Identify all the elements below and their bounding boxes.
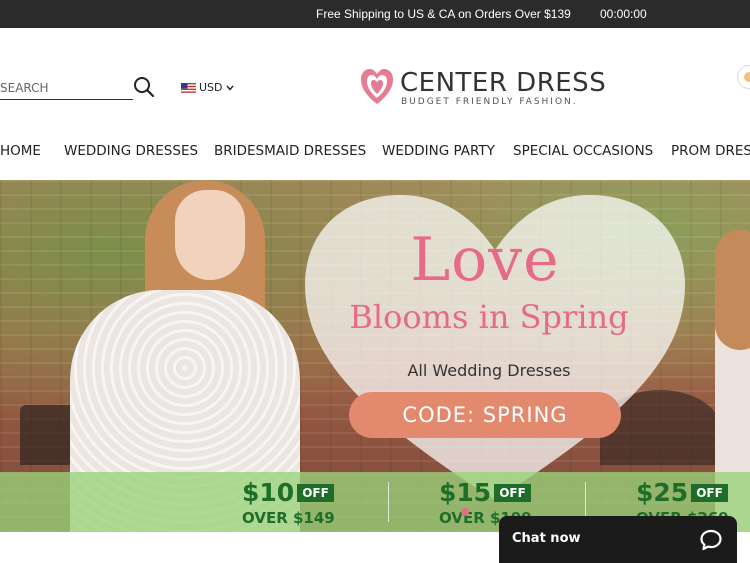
us-flag-icon <box>181 82 196 93</box>
heart-logo-icon <box>361 69 393 104</box>
main-nav: HOME WEDDING DRESSES BRIDESMAID DRESSES … <box>0 140 750 162</box>
chat-label: Chat now <box>512 531 581 546</box>
shipping-announcement: Free Shipping to US & CA on Orders Over … <box>316 7 571 21</box>
floating-badge-icon[interactable] <box>737 65 750 89</box>
promo-headline-spring: Blooms in Spring <box>349 298 629 336</box>
search-input[interactable] <box>0 78 120 98</box>
off-badge: OFF <box>691 483 728 502</box>
offer-amount: $10 <box>242 478 295 507</box>
chat-bubble-icon <box>699 528 723 552</box>
nav-item-bridesmaid-dresses[interactable]: BRIDESMAID DRESSES <box>214 143 366 159</box>
hero-banner[interactable]: Love Blooms in Spring All Wedding Dresse… <box>0 180 750 532</box>
nav-item-prom-dresses[interactable]: PROM DRES <box>671 143 750 159</box>
promo-headline-love: Love <box>410 225 560 295</box>
offer-tier-1: $10 OFF OVER $149 <box>242 478 392 527</box>
off-badge: OFF <box>297 483 334 502</box>
nav-item-wedding-party[interactable]: WEDDING PARTY <box>382 143 495 159</box>
carousel-indicator[interactable] <box>461 508 469 516</box>
announcement-bar: Free Shipping to US & CA on Orders Over … <box>0 0 750 28</box>
chevron-down-icon <box>225 81 234 94</box>
nav-item-home[interactable]: HOME <box>0 143 41 159</box>
logo-tagline: BUDGET FRIENDLY FASHION. <box>401 97 578 107</box>
countdown-timer: 00:00:00 <box>600 7 647 21</box>
site-header: USD CENTER DRESS BUDGET FRIENDLY FASHION… <box>0 28 750 128</box>
promo-subtitle: All Wedding Dresses <box>407 361 571 380</box>
offer-amount: $15 <box>439 478 492 507</box>
off-badge: OFF <box>494 483 531 502</box>
search-icon[interactable] <box>133 76 155 98</box>
offer-amount: $25 <box>636 478 689 507</box>
nav-item-wedding-dresses[interactable]: WEDDING DRESSES <box>64 143 198 159</box>
nav-item-special-occasions[interactable]: SPECIAL OCCASIONS <box>513 143 653 159</box>
logo-title: CENTER DRESS <box>400 68 607 98</box>
currency-selector[interactable]: USD <box>181 81 234 94</box>
promo-code-button[interactable]: CODE: SPRING <box>349 392 621 438</box>
offer-threshold: OVER $149 <box>242 509 335 527</box>
site-logo[interactable]: CENTER DRESS BUDGET FRIENDLY FASHION. <box>360 68 606 110</box>
currency-label: USD <box>199 81 223 94</box>
chat-now-widget[interactable]: Chat now <box>499 516 737 563</box>
search-box <box>0 78 133 100</box>
offer-divider <box>388 482 389 522</box>
